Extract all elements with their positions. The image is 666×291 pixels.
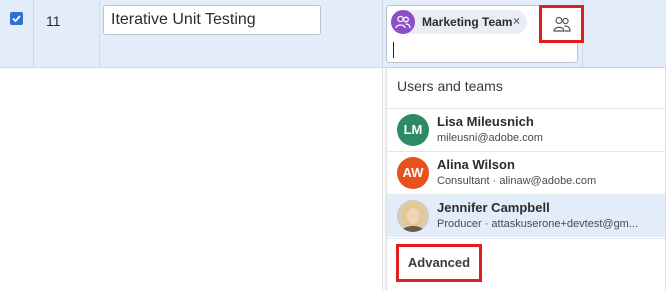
avatar: AW: [397, 157, 429, 189]
team-picker-button[interactable]: [539, 5, 584, 43]
remove-tag-button[interactable]: ×: [513, 14, 520, 28]
column-divider: [382, 0, 383, 67]
user-name: Jennifer Campbell: [437, 200, 550, 215]
column-divider: [33, 0, 34, 67]
user-name: Lisa Mileusnich: [437, 114, 534, 129]
team-icon: [391, 10, 415, 34]
text-caret: [393, 42, 394, 58]
user-detail: Consultant · alinaw@adobe.com: [437, 175, 597, 187]
assignee-tag: Marketing Team ×: [391, 10, 527, 34]
column-divider: [382, 68, 383, 291]
avatar: LM: [397, 114, 429, 146]
task-name-input[interactable]: [103, 5, 321, 35]
divider: [387, 238, 665, 239]
row-number: 11: [46, 13, 61, 29]
users-icon: [553, 16, 571, 32]
column-divider: [99, 0, 100, 67]
user-name: Alina Wilson: [437, 157, 515, 172]
user-detail: mileusni@adobe.com: [437, 132, 543, 144]
user-detail: Producer · attaskuserone+devtest@gm...: [437, 218, 639, 230]
checkmark-icon: [12, 15, 21, 23]
user-option-lisa-mileusnich[interactable]: LM Lisa Mileusnich mileusni@adobe.com: [387, 109, 665, 151]
avatar-photo: [397, 200, 429, 232]
user-option-alina-wilson[interactable]: AW Alina Wilson Consultant · alinaw@adob…: [387, 152, 665, 194]
dropdown-header: Users and teams: [397, 78, 503, 94]
assignee-tag-label: Marketing Team: [422, 15, 513, 29]
user-option-jennifer-campbell[interactable]: Jennifer Campbell Producer · attaskusero…: [387, 195, 665, 237]
advanced-search-button[interactable]: Advanced: [396, 244, 482, 282]
row-checkbox[interactable]: [10, 12, 23, 25]
